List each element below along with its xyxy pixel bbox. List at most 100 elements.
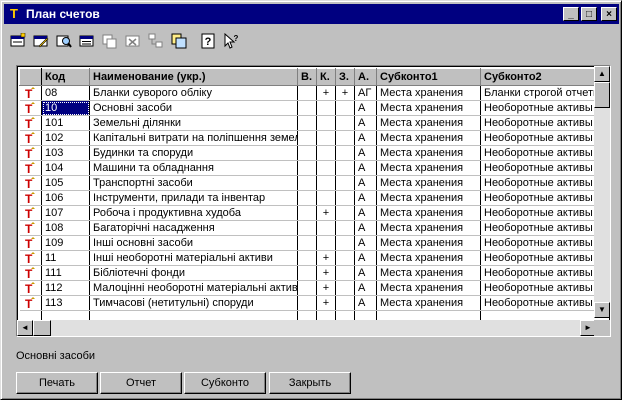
cell-subconto2[interactable]: Необоротные активы bbox=[480, 265, 610, 281]
cell-subconto1[interactable]: Места хранения bbox=[376, 175, 481, 191]
help-icon[interactable]: ? bbox=[197, 30, 219, 52]
cell-subconto2[interactable]: Бланки строгой отчетн bbox=[480, 85, 610, 101]
col-header-code[interactable]: Код bbox=[41, 68, 90, 86]
cell-z[interactable] bbox=[335, 205, 355, 221]
cell-v[interactable] bbox=[297, 280, 317, 296]
cell-subconto2[interactable]: Необоротные активы bbox=[480, 220, 610, 236]
tree-icon[interactable] bbox=[168, 30, 190, 52]
cell-a[interactable]: А bbox=[354, 205, 377, 221]
cell-subconto2[interactable]: Необоротные активы bbox=[480, 175, 610, 191]
cell-subconto2[interactable]: Необоротные активы bbox=[480, 295, 610, 311]
cell-a[interactable]: А bbox=[354, 250, 377, 266]
cell-v[interactable] bbox=[297, 100, 317, 116]
cell-code[interactable]: 105 bbox=[41, 175, 90, 191]
cell-name[interactable]: Інструменти, прилади та інвентар bbox=[89, 190, 298, 206]
cell-subconto1[interactable]: Места хранения bbox=[376, 190, 481, 206]
table-row[interactable]: T 102 Капітальні витрати на поліпшення зем… bbox=[19, 130, 610, 146]
cell-a[interactable]: А bbox=[354, 265, 377, 281]
print-button[interactable]: Печать bbox=[16, 372, 98, 394]
cell-code[interactable]: 102 bbox=[41, 130, 90, 146]
cell-z[interactable] bbox=[335, 235, 355, 251]
col-header-subconto2[interactable]: Субконто2 bbox=[480, 68, 610, 86]
cell-k[interactable] bbox=[316, 190, 336, 206]
cell-code[interactable]: 112 bbox=[41, 280, 90, 296]
close-window-button[interactable]: Закрыть bbox=[269, 372, 351, 394]
cell-a[interactable]: А bbox=[354, 115, 377, 131]
subconto-button[interactable]: Субконто bbox=[184, 372, 266, 394]
cell-name[interactable]: Бланки суворого обліку bbox=[89, 85, 298, 101]
cell-k[interactable]: + bbox=[316, 280, 336, 296]
cell-subconto1[interactable]: Места хранения bbox=[376, 280, 481, 296]
col-header-subconto1[interactable]: Субконто1 bbox=[376, 68, 481, 86]
cell-z[interactable] bbox=[335, 115, 355, 131]
cell-subconto1[interactable]: Места хранения bbox=[376, 145, 481, 161]
cell-v[interactable] bbox=[297, 205, 317, 221]
vertical-scroll-thumb[interactable] bbox=[594, 82, 610, 108]
cell-subconto1[interactable]: Места хранения bbox=[376, 115, 481, 131]
cell-code[interactable]: 113 bbox=[41, 295, 90, 311]
table-row[interactable]: T 11 Інші необоротні матеріальні активи + А М… bbox=[19, 250, 610, 266]
cell-subconto2[interactable]: Необоротные активы bbox=[480, 100, 610, 116]
cell-z[interactable] bbox=[335, 190, 355, 206]
cell-z[interactable] bbox=[335, 280, 355, 296]
cell-z[interactable] bbox=[335, 100, 355, 116]
cell-code[interactable]: 10 bbox=[41, 100, 90, 116]
cell-name[interactable]: Бібліотечні фонди bbox=[89, 265, 298, 281]
cell-code[interactable]: 111 bbox=[41, 265, 90, 281]
title-bar[interactable]: T План счетов _ □ × bbox=[4, 4, 619, 24]
cell-subconto1[interactable]: Места хранения bbox=[376, 250, 481, 266]
search-icon[interactable] bbox=[53, 30, 75, 52]
cell-k[interactable] bbox=[316, 160, 336, 176]
accounts-grid[interactable]: Код Наименование (укр.) В. К. З. А. Субк… bbox=[16, 65, 611, 337]
table-row[interactable]: T 108 Багаторічні насадження А Места хранени… bbox=[19, 220, 610, 236]
new-account-icon[interactable] bbox=[7, 30, 29, 52]
cell-v[interactable] bbox=[297, 85, 317, 101]
cell-name[interactable]: Будинки та споруди bbox=[89, 145, 298, 161]
cell-subconto1[interactable]: Места хранения bbox=[376, 160, 481, 176]
copy-icon[interactable] bbox=[99, 30, 121, 52]
cell-v[interactable] bbox=[297, 265, 317, 281]
cell-k[interactable]: + bbox=[316, 250, 336, 266]
table-row[interactable]: T 08 Бланки суворого обліку + + АГ Места хране… bbox=[19, 85, 610, 101]
cell-subconto1[interactable]: Места хранения bbox=[376, 265, 481, 281]
cell-k[interactable] bbox=[316, 100, 336, 116]
cell-name[interactable]: Інші необоротні матеріальні активи bbox=[89, 250, 298, 266]
cell-name[interactable]: Малоцінні необоротні матеріальні активи bbox=[89, 280, 298, 296]
cell-subconto1[interactable]: Места хранения bbox=[376, 295, 481, 311]
cell-subconto2[interactable]: Необоротные активы bbox=[480, 250, 610, 266]
cell-name[interactable]: Багаторічні насадження bbox=[89, 220, 298, 236]
cell-subconto1[interactable]: Места хранения bbox=[376, 100, 481, 116]
cell-z[interactable] bbox=[335, 250, 355, 266]
cell-k[interactable]: + bbox=[316, 85, 336, 101]
table-row[interactable]: T 103 Будинки та споруди А Места хранения Нео… bbox=[19, 145, 610, 161]
cell-a[interactable]: А bbox=[354, 295, 377, 311]
edit-icon[interactable] bbox=[30, 30, 52, 52]
cell-subconto2[interactable]: Необоротные активы bbox=[480, 280, 610, 296]
report-button[interactable]: Отчет bbox=[100, 372, 182, 394]
horizontal-scroll-thumb[interactable] bbox=[33, 320, 51, 336]
cell-v[interactable] bbox=[297, 190, 317, 206]
context-help-icon[interactable]: ? bbox=[220, 30, 242, 52]
cell-subconto2[interactable]: Необоротные активы bbox=[480, 205, 610, 221]
cell-code[interactable]: 103 bbox=[41, 145, 90, 161]
cell-v[interactable] bbox=[297, 160, 317, 176]
vertical-scrollbar[interactable]: ▲ ▼ bbox=[594, 66, 610, 318]
cell-v[interactable] bbox=[297, 295, 317, 311]
col-header-name[interactable]: Наименование (укр.) bbox=[89, 68, 298, 86]
cell-a[interactable]: А bbox=[354, 160, 377, 176]
hierarchy-icon[interactable] bbox=[145, 30, 167, 52]
cell-v[interactable] bbox=[297, 145, 317, 161]
maximize-button[interactable]: □ bbox=[581, 7, 597, 21]
cell-k[interactable]: + bbox=[316, 295, 336, 311]
col-header-v[interactable]: В. bbox=[297, 68, 317, 86]
cell-subconto2[interactable]: Необоротные активы bbox=[480, 130, 610, 146]
cell-name[interactable]: Транспортні засоби bbox=[89, 175, 298, 191]
scroll-left-button[interactable]: ◄ bbox=[17, 320, 33, 336]
cell-subconto1[interactable]: Места хранения bbox=[376, 130, 481, 146]
cell-code[interactable]: 107 bbox=[41, 205, 90, 221]
col-header-z[interactable]: З. bbox=[335, 68, 355, 86]
filter-icon[interactable] bbox=[76, 30, 98, 52]
cell-z[interactable]: + bbox=[335, 85, 355, 101]
cell-a[interactable]: А bbox=[354, 280, 377, 296]
table-row[interactable]: T 10 Основні засоби А Места хранения Необорот… bbox=[19, 100, 610, 116]
